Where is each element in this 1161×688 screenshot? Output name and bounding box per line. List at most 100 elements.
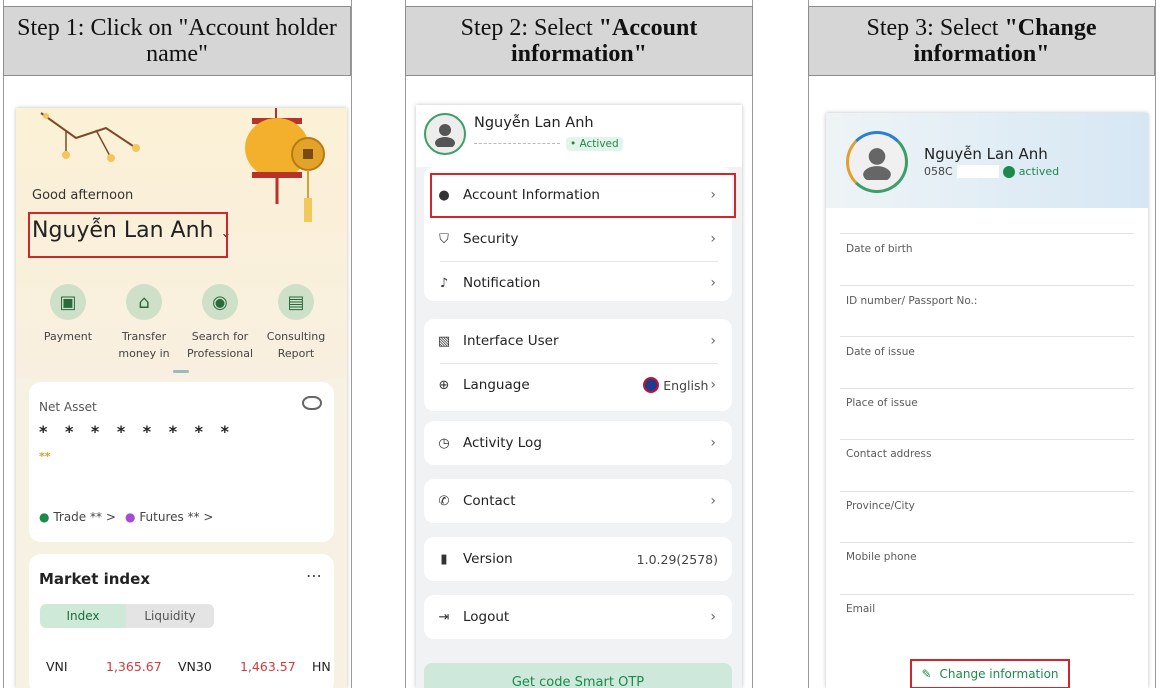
avatar [846, 131, 908, 193]
trade-value: ** > [90, 510, 116, 524]
bank-icon: ⌂ [126, 284, 162, 320]
person-avatar-icon [435, 124, 455, 147]
clock-icon: ◷ [438, 435, 450, 451]
profile-name: Nguyễn Lan Anh [924, 145, 1048, 163]
futures-link[interactable]: ● Futures ** > [125, 510, 213, 524]
menu-item-contact[interactable]: ✆ Contact › [424, 479, 732, 523]
screen3-account-information: Nguyễn Lan Anh 058C actived Date of birt… [826, 113, 1148, 688]
menu-contact-label: Contact [463, 493, 516, 509]
menu-group-interface: ▧ Interface User › ⊕ Language English › [424, 319, 732, 411]
chevron-right-icon: › [710, 333, 716, 349]
change-information-button[interactable]: ✎ Change information [910, 659, 1070, 688]
screen1-home: Good afternoon Nguyễn Lan Anh ⌄ ▣ Paymen… [16, 108, 347, 688]
trade-label: Trade [53, 510, 87, 524]
account-prefix: 058C [924, 165, 953, 178]
device-icon: ▮ [440, 551, 448, 567]
eye-icon[interactable] [302, 396, 322, 410]
highlight-account-information [430, 173, 736, 218]
menu-interface-label: Interface User [463, 333, 559, 349]
account-number: 058C actived [924, 165, 1059, 178]
menu-group-logout: ⇥ Logout › [424, 595, 732, 639]
uk-flag-icon [643, 377, 660, 393]
step2-header: Step 2: Select "Account information" [405, 6, 753, 76]
field-province-city: Province/City [846, 500, 915, 512]
profile-name: Nguyễn Lan Anh [474, 115, 594, 131]
page-indicator [173, 370, 189, 373]
shortcut-transfer[interactable]: ⌂ Transfer money in [104, 284, 184, 362]
chevron-right-icon: › [710, 435, 716, 451]
step1-title: Step 1: Click on "Account holder name" [17, 15, 337, 67]
step1-header: Step 1: Click on "Account holder name" [3, 6, 351, 76]
language-value: English [663, 377, 709, 393]
version-value: 1.0.29(2578) [636, 551, 718, 567]
divider [840, 594, 1134, 595]
shortcut-report-label: Consulting Report [266, 330, 326, 360]
menu-activity-log-label: Activity Log [463, 435, 542, 451]
trade-link[interactable]: ● Trade ** > [39, 510, 116, 524]
person-avatar-icon [863, 148, 891, 180]
smart-otp-button[interactable]: Get code Smart OTP [424, 663, 732, 688]
step2-title: Step 2: Select "Account information" [460, 15, 698, 67]
divider [840, 285, 1134, 286]
shortcut-consulting-report[interactable]: ▤ Consulting Report [256, 284, 336, 362]
shield-icon: ⛉ [439, 231, 449, 247]
logout-icon: ⇥ [438, 609, 450, 625]
tab-index[interactable]: Index [40, 604, 126, 628]
menu-group-version: ▮ Version 1.0.29(2578) [424, 537, 732, 581]
field-id-number: ID number/ Passport No.: [846, 295, 978, 307]
chevron-right-icon: › [710, 493, 716, 509]
menu-item-language[interactable]: ⊕ Language English › [424, 363, 732, 407]
chevron-right-icon: › [710, 231, 716, 247]
menu-item-version: ▮ Version 1.0.29(2578) [424, 537, 732, 581]
futures-value: ** > [187, 510, 214, 524]
greeting-text: Good afternoon [32, 188, 134, 203]
info-form: Date of birth ID number/ Passport No.: D… [826, 208, 1148, 688]
step3-header: Step 3: Select "Change information" [808, 6, 1155, 76]
divider [840, 388, 1134, 389]
lantern-icon [245, 108, 325, 222]
menu-item-notification[interactable]: ♪ Notification › [424, 261, 732, 305]
menu-version-label: Version [463, 551, 513, 567]
blossom-branch-icon [40, 112, 140, 162]
shortcut-payment[interactable]: ▣ Payment [28, 284, 108, 345]
menu-item-security[interactable]: ⛉ Security › [424, 217, 732, 261]
net-asset-value: * * * * * * * * [39, 422, 235, 441]
chevron-right-icon: › [710, 609, 716, 625]
masked-account [474, 143, 560, 144]
divider [840, 439, 1134, 440]
menu-item-logout[interactable]: ⇥ Logout › [424, 595, 732, 639]
avatar [424, 113, 466, 155]
menu-group-contact: ✆ Contact › [424, 479, 732, 523]
menu-group-activity: ◷ Activity Log › [424, 421, 732, 465]
report-icon: ▤ [278, 284, 314, 320]
index-row: VNI 1,365.67 VN30 1,463.57 HN [46, 659, 346, 674]
menu-item-interface-user[interactable]: ▧ Interface User › [424, 319, 732, 363]
bell-icon: ♪ [439, 275, 449, 291]
net-asset-change: ** [39, 450, 51, 463]
menu-notification-label: Notification [463, 275, 541, 291]
chevron-right-icon: › [710, 377, 716, 393]
more-icon[interactable]: ⋯ [306, 566, 322, 585]
field-place-of-issue: Place of issue [846, 397, 918, 409]
divider [840, 233, 1134, 234]
masked-account [956, 165, 999, 178]
phone-icon: ✆ [438, 493, 450, 509]
shortcut-search-professional[interactable]: ◉ Search for Professional [180, 284, 260, 362]
net-asset-label: Net Asset [39, 400, 97, 414]
search-person-icon: ◉ [202, 284, 238, 320]
menu-item-activity-log[interactable]: ◷ Activity Log › [424, 421, 732, 465]
profile-header: Nguyễn Lan Anh • Actived [416, 105, 742, 167]
shortcut-search-label: Search for Professional [186, 330, 254, 360]
tab-liquidity[interactable]: Liquidity [126, 604, 214, 628]
divider [840, 336, 1134, 337]
status-dot-icon [1002, 165, 1015, 178]
status-badge: • Actived [566, 137, 623, 151]
menu-language-label: Language [463, 377, 530, 393]
field-contact-address: Contact address [846, 448, 932, 460]
menu-logout-label: Logout [463, 609, 510, 625]
smart-otp-label: Get code Smart OTP [511, 675, 645, 688]
change-information-label: Change information [939, 667, 1059, 681]
menu-security-label: Security [463, 231, 519, 247]
net-asset-card: Net Asset * * * * * * * * ** ● Trade ** … [29, 382, 334, 542]
field-date-of-issue: Date of issue [846, 346, 915, 358]
